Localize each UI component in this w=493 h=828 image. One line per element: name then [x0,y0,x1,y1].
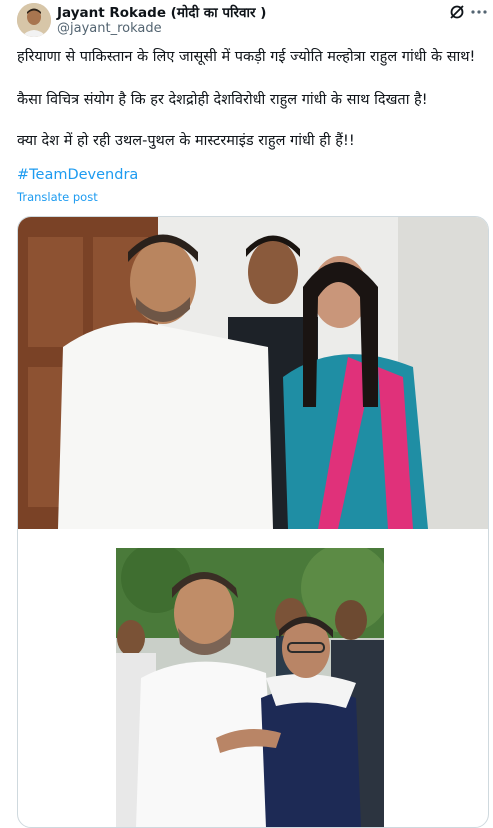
grok-icon[interactable] [447,2,467,22]
author-handle[interactable]: @jayant_rokade [57,21,162,36]
tweet-line-1: हरियाणा से पाकिस्तान के लिए जासूसी में प… [17,49,476,65]
tweet-line-3: क्या देश में हो रही उथल-पुथल के मास्टरमा… [17,133,355,149]
avatar-image [17,3,51,37]
media-container[interactable] [17,216,489,828]
author-avatar[interactable] [17,3,51,37]
more-icon[interactable] [470,2,488,22]
author-name[interactable]: Jayant Rokade (मोदी का परिवार ) [57,3,266,21]
photo-2[interactable] [116,548,384,827]
hashtag-link[interactable]: #TeamDevendra [17,167,138,183]
translate-link[interactable]: Translate post [17,190,98,204]
tweet-line-2: कैसा विचित्र संयोग है कि हर देशद्रोही दे… [17,92,428,108]
photo-1[interactable] [18,217,488,529]
